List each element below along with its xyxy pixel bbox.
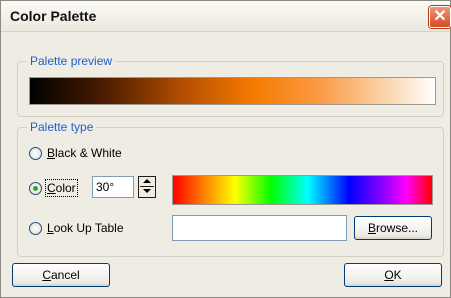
color-angle-spinner[interactable] bbox=[138, 176, 156, 198]
title-bar[interactable]: Color Palette ✕ bbox=[1, 1, 451, 32]
color-spectrum-preview bbox=[172, 175, 433, 205]
radio-black-white-label[interactable]: Black & White bbox=[47, 146, 122, 160]
radio-lookup-table[interactable] bbox=[29, 222, 42, 235]
palette-preview-gradient bbox=[29, 77, 436, 105]
close-icon: ✕ bbox=[433, 8, 447, 25]
ok-button[interactable]: OK bbox=[344, 263, 442, 287]
spin-up-icon[interactable] bbox=[140, 177, 154, 187]
spin-down-icon[interactable] bbox=[140, 187, 154, 196]
radio-black-white[interactable] bbox=[29, 147, 42, 160]
radio-color-label[interactable]: Color bbox=[45, 179, 78, 197]
radio-color[interactable] bbox=[29, 182, 42, 195]
color-angle-input[interactable] bbox=[92, 176, 134, 198]
radio-lookup-table-label[interactable]: Look Up Table bbox=[47, 221, 124, 235]
dialog-title: Color Palette bbox=[10, 8, 97, 24]
cancel-button[interactable]: Cancel bbox=[12, 263, 110, 287]
browse-button[interactable]: Browse... bbox=[354, 216, 432, 240]
palette-type-legend: Palette type bbox=[27, 120, 97, 134]
close-button[interactable]: ✕ bbox=[429, 6, 451, 28]
lookup-table-path-input[interactable] bbox=[172, 215, 347, 241]
palette-preview-legend: Palette preview bbox=[27, 54, 116, 68]
color-palette-dialog: Color Palette ✕ Palette preview Palette … bbox=[0, 0, 451, 298]
